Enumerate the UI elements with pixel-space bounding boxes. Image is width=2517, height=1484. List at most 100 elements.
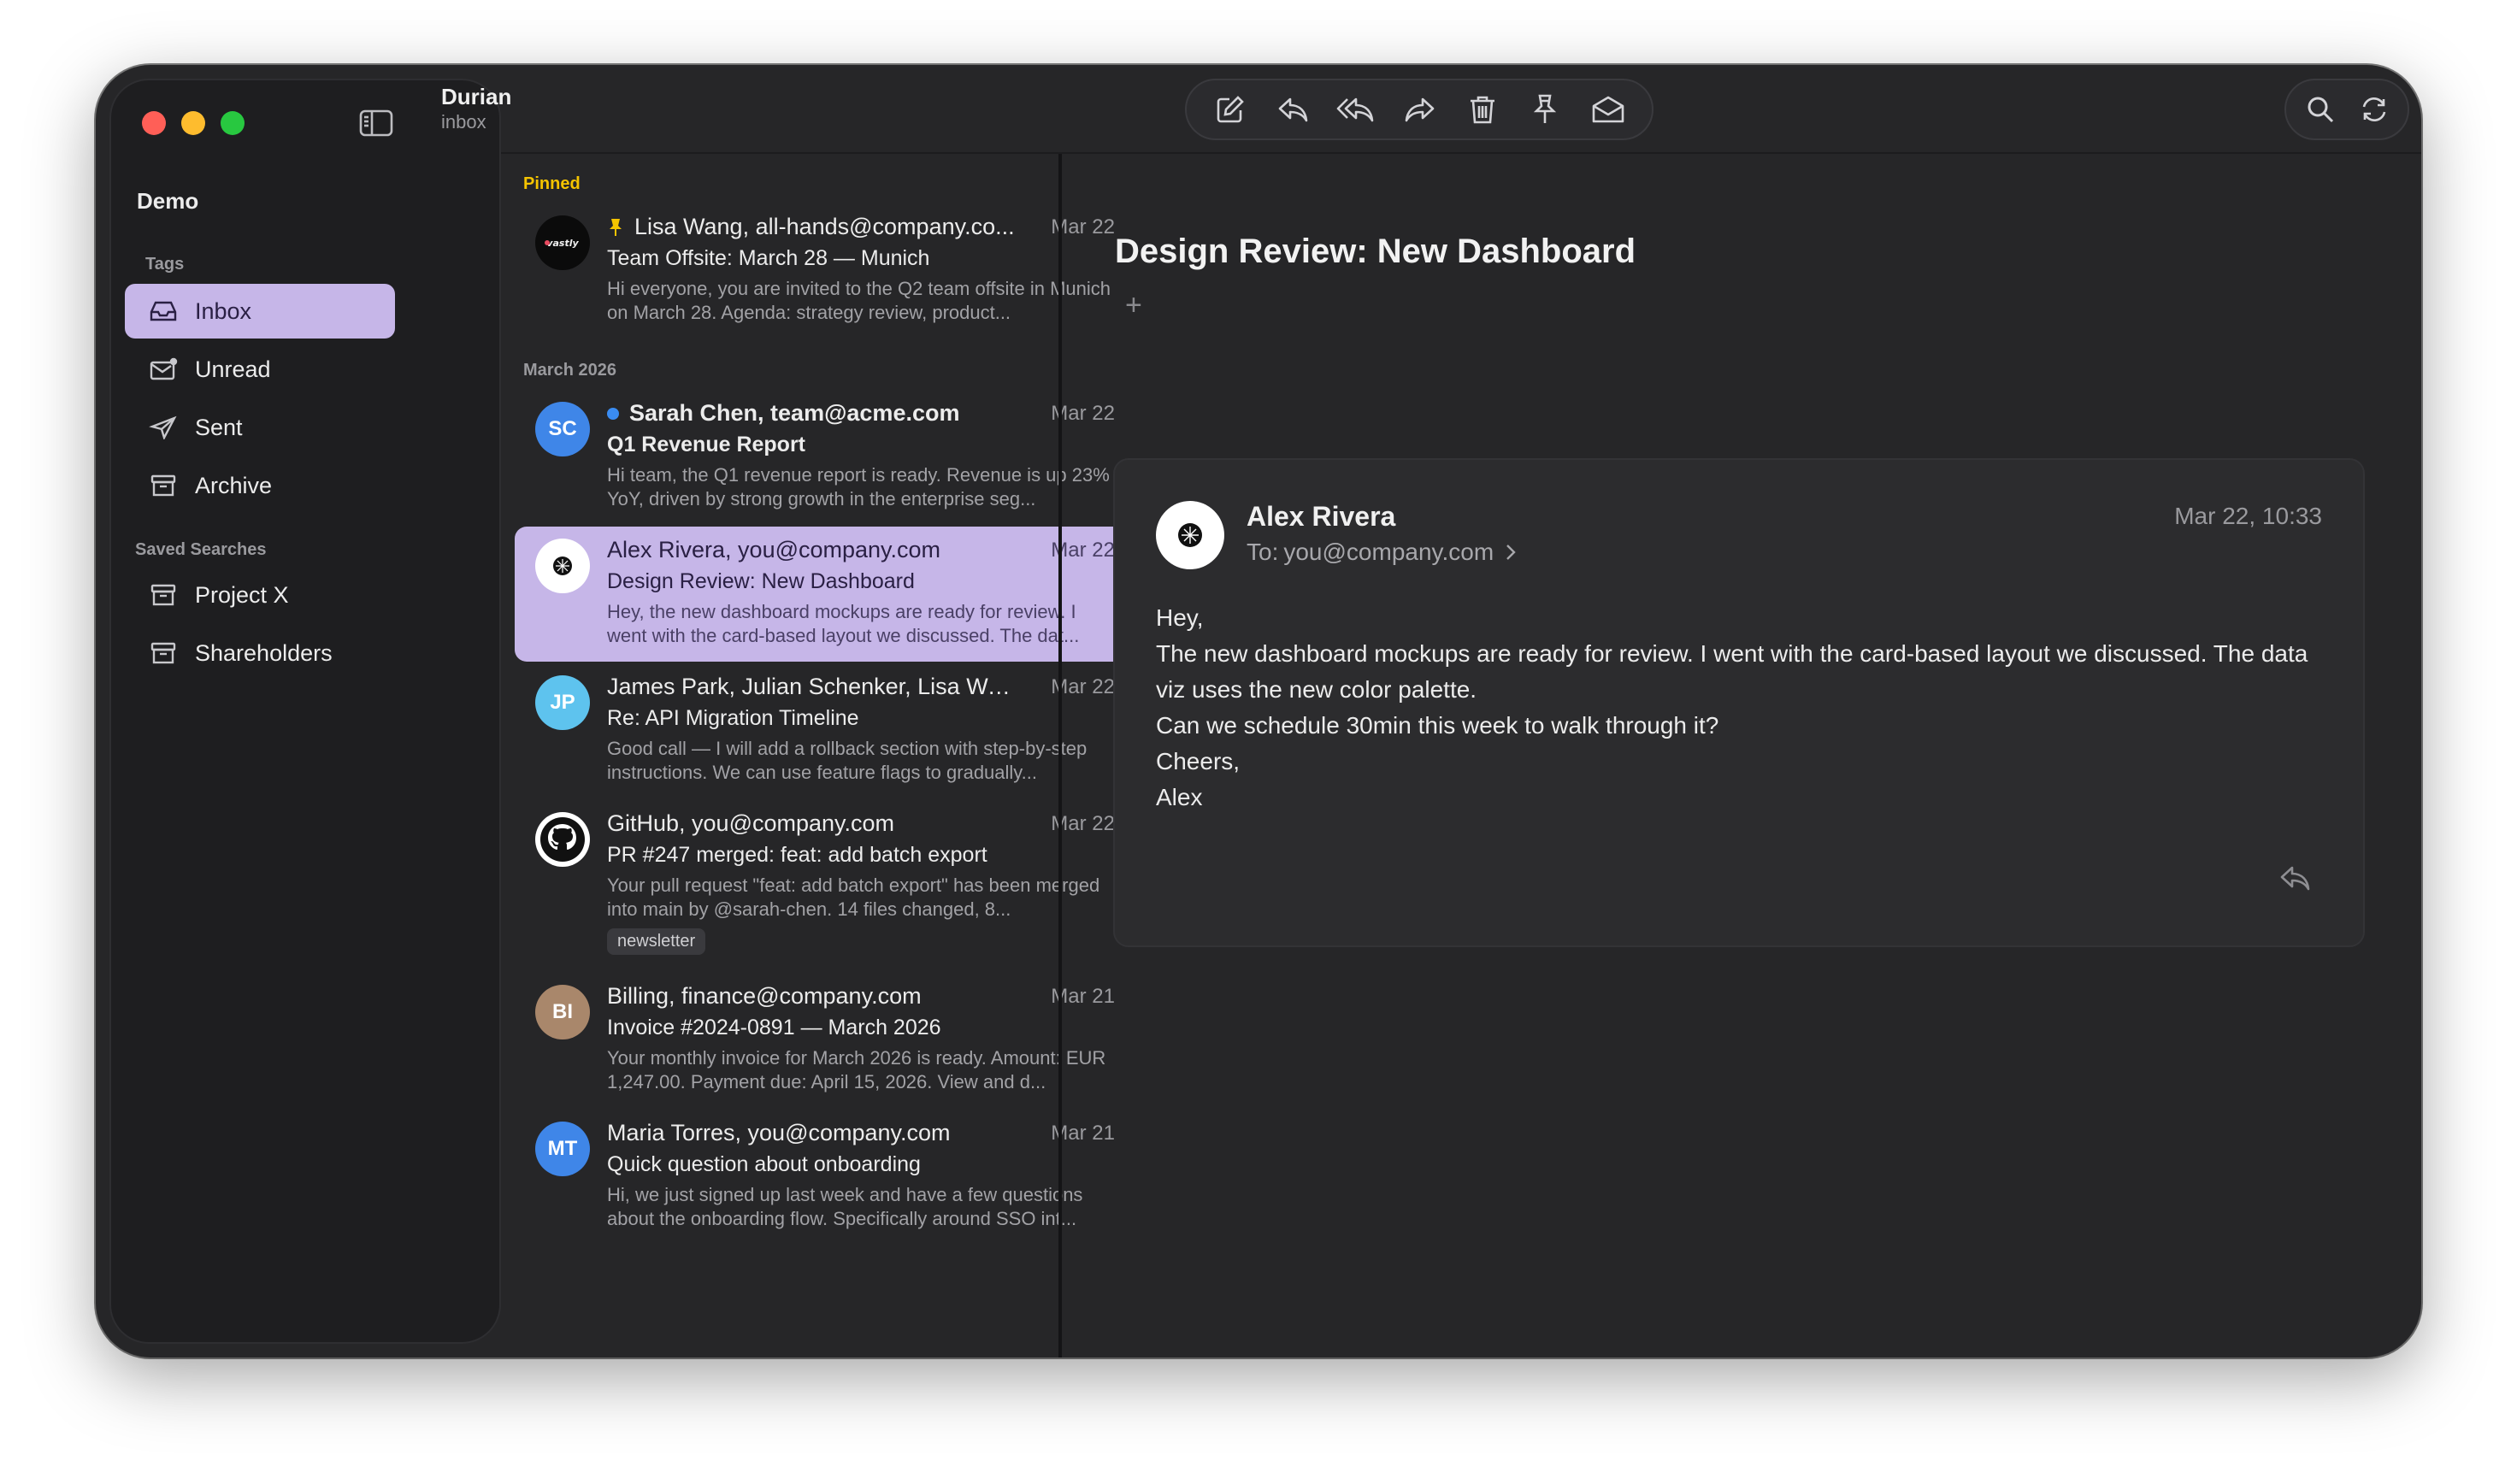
- list-item[interactable]: MT Maria Torres, you@company.com Mar 21 …: [515, 1110, 1139, 1245]
- message-body: Hey, The new dashboard mockups are ready…: [1156, 600, 2336, 816]
- message-subject: Q1 Revenue Report: [607, 433, 806, 456]
- refresh-button[interactable]: [2350, 85, 2398, 133]
- sidebar-item-sent[interactable]: Sent: [125, 400, 395, 455]
- sent-icon: [149, 415, 177, 439]
- list-item[interactable]: BI Billing, finance@company.com Mar 21 I…: [515, 973, 1139, 1108]
- avatar: [1156, 501, 1224, 569]
- sidebar-item-label: Sent: [195, 414, 243, 440]
- sidebar: Demo Tags Inbox Unread Sent Archive Save…: [109, 79, 501, 1344]
- search-icon: [2308, 97, 2333, 123]
- saved-search-shareholders[interactable]: Shareholders: [125, 626, 395, 680]
- unread-icon: [150, 357, 178, 380]
- add-tag-button[interactable]: +: [1125, 289, 1142, 322]
- message-subject: Quick question about onboarding: [607, 1152, 921, 1176]
- message-title: Design Review: New Dashboard: [1115, 233, 1636, 270]
- list-item-selected[interactable]: Alex Rivera, you@company.com Mar 22 Desi…: [515, 527, 1139, 662]
- list-item[interactable]: JP James Park, Julian Schenker, Lisa Wa.…: [515, 663, 1139, 798]
- chevron-right-icon: [1506, 545, 1516, 560]
- delete-button[interactable]: [1459, 85, 1506, 133]
- message-subject: PR #247 merged: feat: add batch export: [607, 843, 987, 867]
- message-preview: Your pull request "feat: add batch expor…: [607, 874, 1100, 920]
- list-item[interactable]: SC Sarah Chen, team@acme.com Mar 22 Q1 R…: [515, 390, 1139, 525]
- sidebar-item-label: Shareholders: [195, 639, 333, 666]
- saved-search-project-x[interactable]: Project X: [125, 568, 395, 622]
- avatar: JP: [535, 675, 590, 730]
- list-item[interactable]: vastly Lisa Wang, all-hands@company.co..…: [515, 203, 1139, 339]
- message-preview: Hey, the new dashboard mockups are ready…: [607, 601, 1080, 646]
- body-line: Can we schedule 30min this week to walk …: [1156, 712, 1719, 739]
- message-sender: Sarah Chen, team@acme.com: [607, 400, 1017, 427]
- svg-text:vastly: vastly: [546, 238, 579, 249]
- avatar: SC: [535, 402, 590, 456]
- body-line: Alex: [1156, 784, 1203, 810]
- month-header: March 2026: [523, 361, 616, 380]
- forward-button[interactable]: [1395, 85, 1443, 133]
- avatar: vastly: [535, 215, 590, 270]
- sidebar-item-unread[interactable]: Unread: [125, 342, 395, 397]
- body-line: Cheers,: [1156, 748, 1241, 774]
- message-toolbar: [1185, 79, 1653, 140]
- sidebar-item-inbox[interactable]: Inbox: [125, 284, 395, 339]
- message-subject: Design Review: New Dashboard: [607, 569, 915, 593]
- mark-unread-button[interactable]: [1584, 85, 1632, 133]
- reply-button[interactable]: [1270, 85, 1317, 133]
- pin-button[interactable]: [1521, 85, 1569, 133]
- compose-button[interactable]: [1206, 85, 1254, 133]
- sidebar-item-label: Archive: [195, 472, 273, 498]
- unread-indicator: [607, 407, 619, 420]
- mark-unread-icon: [1592, 96, 1624, 123]
- message-preview: Your monthly invoice for March 2026 is r…: [607, 1047, 1106, 1092]
- message-preview: Hi everyone, you are invited to the Q2 t…: [607, 278, 1111, 323]
- message-sender: Billing, finance@company.com: [607, 983, 922, 1009]
- body-line: The new dashboard mockups are ready for …: [1156, 640, 2308, 703]
- mailbox-name: inbox: [441, 111, 486, 132]
- to-label: To:: [1247, 539, 1279, 565]
- trash-icon: [1470, 96, 1494, 124]
- minimize-window-button[interactable]: [181, 111, 205, 135]
- recipient-address: you@company.com: [1283, 539, 1494, 565]
- recipient-line[interactable]: To: you@company.com: [1247, 539, 1519, 566]
- message-subject: Re: API Migration Timeline: [607, 706, 859, 730]
- compose-icon: [1217, 96, 1244, 123]
- message-sender: Alex Rivera, you@company.com: [607, 537, 941, 562]
- zoom-window-button[interactable]: [221, 111, 245, 135]
- app-window: Demo Tags Inbox Unread Sent Archive Save…: [96, 65, 2421, 1357]
- app-title: Durian: [441, 84, 512, 109]
- saved-searches-header: Saved Searches: [135, 540, 267, 559]
- search-button[interactable]: [2296, 85, 2344, 133]
- message-time: Mar 22, 10:33: [2174, 503, 2322, 529]
- message-card: Alex Rivera To: you@company.com Mar 22, …: [1113, 458, 2365, 947]
- list-item[interactable]: GitHub, you@company.com Mar 22 PR #247 m…: [515, 800, 1139, 968]
- archive-icon: [150, 642, 176, 664]
- reply-all-button[interactable]: [1332, 85, 1380, 133]
- sidebar-item-label: Inbox: [195, 297, 252, 324]
- pin-icon: [610, 218, 622, 236]
- reply-button[interactable]: [2279, 863, 2312, 897]
- reply-icon: [2280, 866, 2310, 891]
- avatar: MT: [535, 1122, 590, 1176]
- message-preview: Good call — I will add a rollback sectio…: [607, 738, 1088, 783]
- message-subject: Team Offsite: March 28 — Munich: [607, 246, 930, 270]
- sidebar-item-archive[interactable]: Archive: [125, 458, 395, 513]
- archive-icon: [150, 584, 176, 606]
- message-sender: Maria Torres, you@company.com: [607, 1120, 951, 1145]
- message-list: Pinned vastly Lisa Wang, all-hands@compa…: [501, 154, 1154, 1357]
- reply-all-icon: [1336, 97, 1374, 122]
- global-toolbar: [2284, 79, 2409, 140]
- message-subject: Invoice #2024-0891 — March 2026: [607, 1016, 941, 1039]
- tags-header: Tags: [145, 255, 185, 274]
- pinned-header: Pinned: [523, 174, 581, 193]
- close-window-button[interactable]: [142, 111, 166, 135]
- tag-chip[interactable]: newsletter: [607, 928, 706, 955]
- message-sender: Lisa Wang, all-hands@company.co...: [607, 214, 1017, 240]
- inbox-icon: [150, 301, 177, 321]
- avatar: [535, 539, 590, 593]
- message-preview: Hi, we just signed up last week and have…: [607, 1184, 1083, 1229]
- sidebar-toggle-icon[interactable]: [359, 109, 393, 137]
- sidebar-item-label: Unread: [195, 356, 271, 382]
- pin-icon: [1534, 94, 1557, 123]
- archive-icon: [150, 474, 176, 497]
- body-line: Hey,: [1156, 604, 1204, 631]
- pane-divider[interactable]: [1058, 154, 1062, 1357]
- message-sender: James Park, Julian Schenker, Lisa Wa...: [607, 674, 1017, 699]
